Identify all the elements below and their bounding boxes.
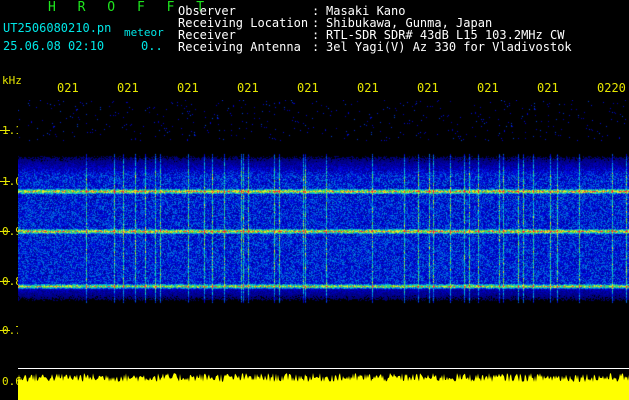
- divider-line: [18, 368, 629, 369]
- signal-level-bar: [18, 373, 629, 400]
- time-tick: 021: [237, 81, 259, 95]
- time-tick: 021: [177, 81, 199, 95]
- time-tick: 021: [297, 81, 319, 95]
- time-tick: 021: [57, 81, 79, 95]
- time-tick: 021: [117, 81, 139, 95]
- info-separator: :: [312, 40, 320, 54]
- frequency-tick-mark: [0, 330, 10, 331]
- time-tick: 0220: [597, 81, 626, 95]
- spectrogram-waterfall: [18, 100, 629, 366]
- time-tick: 021: [537, 81, 559, 95]
- status-flag: 0..: [141, 39, 163, 53]
- time-tick: 021: [357, 81, 379, 95]
- observation-type: meteor: [124, 26, 164, 39]
- frequency-tick-mark: [0, 281, 10, 282]
- frequency-tick-mark: [0, 181, 10, 182]
- frequency-tick-mark: [0, 130, 10, 131]
- frequency-tick-mark: [0, 231, 10, 232]
- time-tick: 021: [417, 81, 439, 95]
- frequency-unit-label: kHz: [2, 74, 22, 87]
- time-tick: 021: [477, 81, 499, 95]
- info-label-antenna: Receiving Antenna: [178, 40, 301, 54]
- info-value-antenna: 3el Yagi(V) Az 330 for Vladivostok: [326, 40, 572, 54]
- file-name: UT2506080210.pn: [3, 21, 112, 35]
- signal-level-fill: [18, 373, 629, 400]
- observation-datetime: 25.06.08 02:10: [3, 39, 105, 53]
